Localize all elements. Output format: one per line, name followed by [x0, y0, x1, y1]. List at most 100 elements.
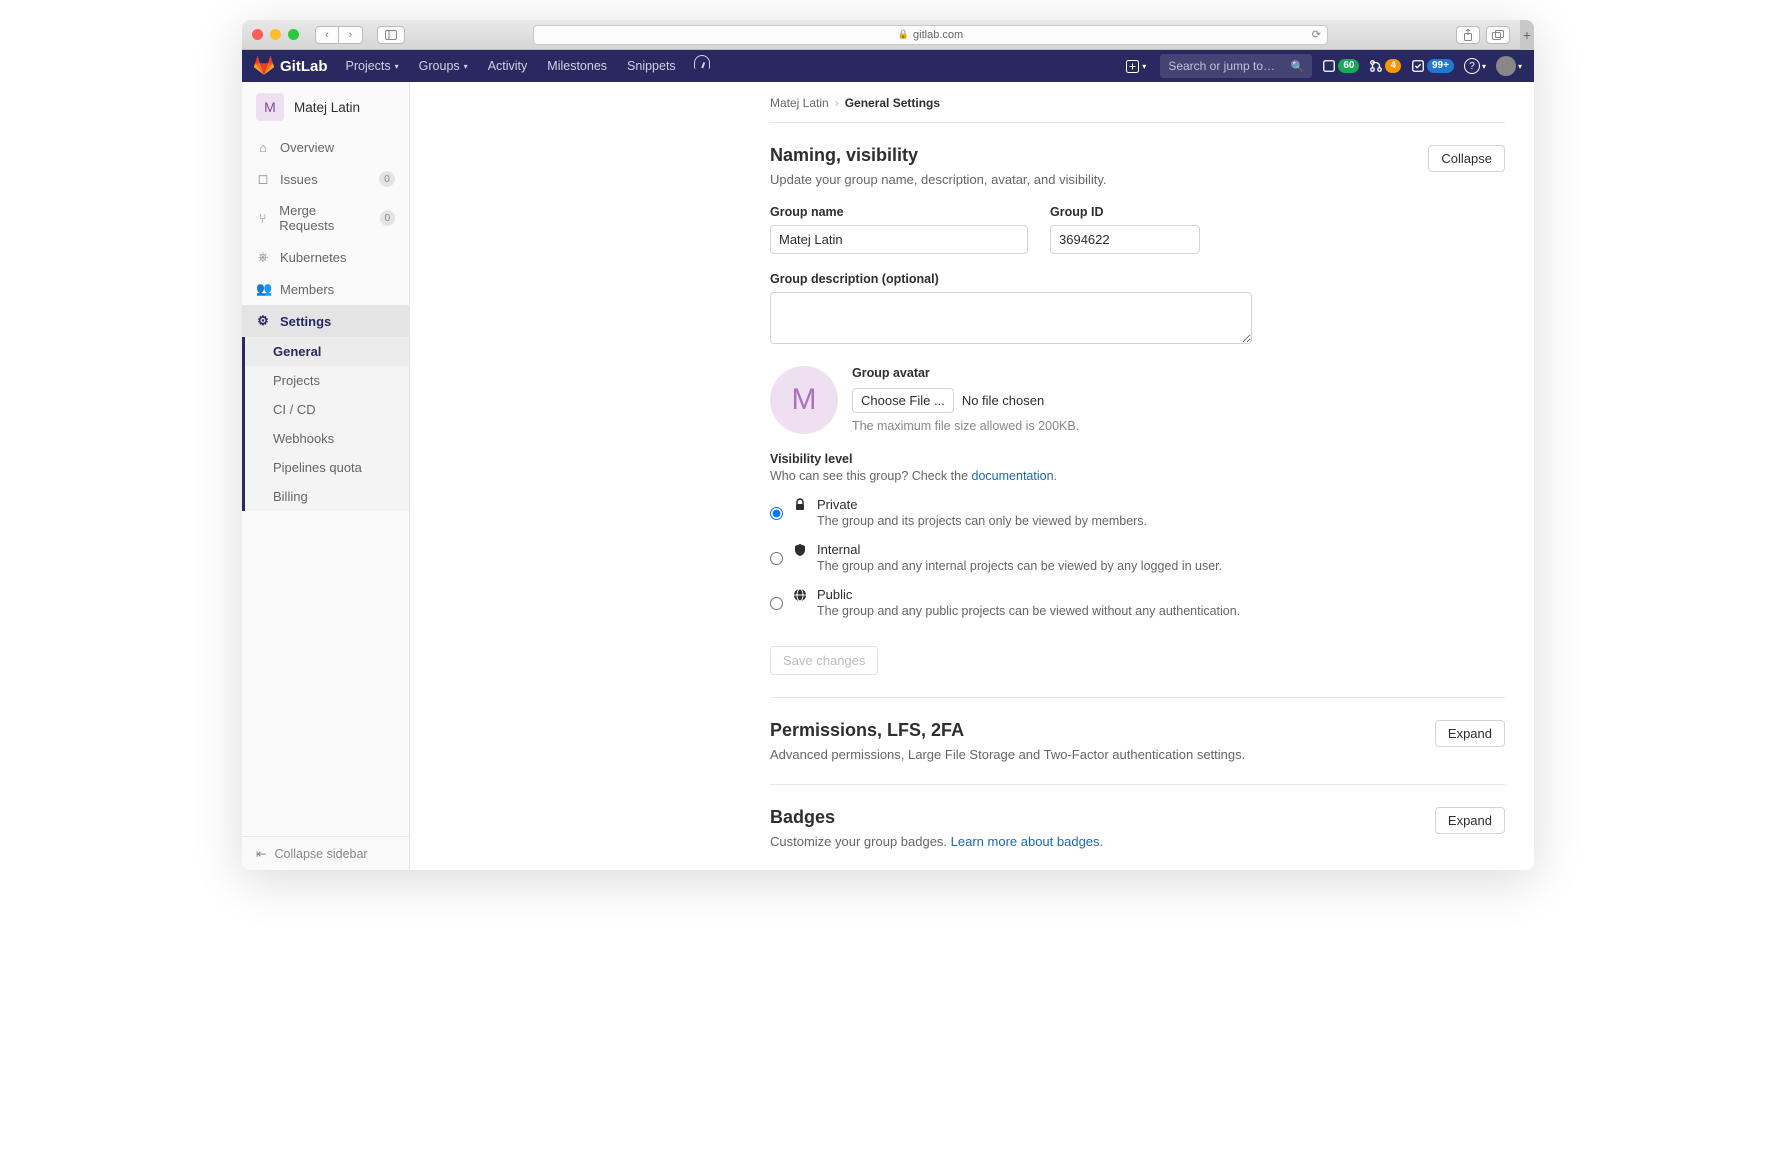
- merge-requests-counter[interactable]: 4: [1369, 59, 1401, 73]
- performance-gauge-icon[interactable]: [694, 55, 710, 69]
- group-description-label: Group description (optional): [770, 272, 1505, 286]
- sidebar-header[interactable]: M Matej Latin: [242, 82, 409, 132]
- create-new-button[interactable]: ▾: [1122, 60, 1150, 73]
- visibility-option-internal[interactable]: Internal The group and any internal proj…: [770, 542, 1505, 573]
- lock-icon: 🔒: [898, 29, 909, 40]
- sidebar-subitem-webhooks[interactable]: Webhooks: [245, 424, 409, 453]
- browser-title-bar: ‹ › 🔒 gitlab.com ⟳: [242, 20, 1520, 50]
- group-id-label: Group ID: [1050, 205, 1200, 219]
- section-subtitle: Advanced permissions, Large File Storage…: [770, 747, 1435, 762]
- radio-internal[interactable]: [770, 544, 783, 573]
- no-file-chosen-text: No file chosen: [962, 393, 1044, 408]
- todo-icon: [1411, 59, 1425, 73]
- user-menu[interactable]: ▾: [1496, 56, 1522, 76]
- sidebar: M Matej Latin ⌂ Overview ◻ Issues 0 ⑂ Me…: [242, 82, 410, 870]
- breadcrumb-current: General Settings: [845, 96, 940, 110]
- sidebar-item-kubernetes[interactable]: ⎈ Kubernetes: [242, 241, 409, 273]
- shield-icon: [793, 543, 807, 573]
- close-window-button[interactable]: [252, 29, 263, 40]
- sidebar-subitem-general[interactable]: General: [245, 337, 409, 366]
- nav-milestones[interactable]: Milestones: [539, 55, 615, 77]
- nav-buttons: ‹ ›: [315, 26, 363, 44]
- sidebar-subitem-projects[interactable]: Projects: [245, 366, 409, 395]
- group-avatar-label: Group avatar: [852, 366, 1079, 380]
- section-title: Badges: [770, 807, 1435, 828]
- sidebar-item-members[interactable]: 👥 Members: [242, 273, 409, 305]
- radio-public[interactable]: [770, 589, 783, 618]
- merge-icon: [1369, 59, 1383, 73]
- help-menu[interactable]: ? ▾: [1464, 58, 1486, 74]
- save-changes-button[interactable]: Save changes: [770, 646, 878, 675]
- todos-counter[interactable]: 99+: [1411, 59, 1454, 73]
- sidebar-subitem-cicd[interactable]: CI / CD: [245, 395, 409, 424]
- sidebar-item-merge-requests[interactable]: ⑂ Merge Requests 0: [242, 195, 409, 241]
- group-name-input[interactable]: [770, 225, 1028, 254]
- learn-more-link[interactable]: Learn more about badges.: [951, 834, 1104, 849]
- expand-button[interactable]: Expand: [1435, 720, 1505, 747]
- new-tab-button[interactable]: +: [1520, 20, 1534, 50]
- sidebar-item-settings[interactable]: ⚙ Settings: [242, 305, 409, 337]
- minimize-window-button[interactable]: [270, 29, 281, 40]
- nav-activity[interactable]: Activity: [480, 55, 536, 77]
- search-icon: 🔍: [1291, 60, 1305, 73]
- gitlab-logo[interactable]: GitLab: [254, 56, 328, 76]
- section-title: Permissions, LFS, 2FA: [770, 720, 1435, 741]
- traffic-lights: [252, 29, 299, 40]
- tabs-button[interactable]: [1486, 26, 1510, 44]
- maximize-window-button[interactable]: [288, 29, 299, 40]
- search-input[interactable]: Search or jump to… 🔍: [1160, 54, 1312, 78]
- expand-button[interactable]: Expand: [1435, 807, 1505, 834]
- globe-icon: [793, 588, 807, 618]
- browser-window: ‹ › 🔒 gitlab.com ⟳ +: [242, 20, 1534, 870]
- choose-file-button[interactable]: Choose File ...: [852, 388, 954, 413]
- breadcrumb-root[interactable]: Matej Latin: [770, 96, 829, 110]
- issues-counter[interactable]: 60: [1322, 59, 1359, 73]
- home-icon: ⌂: [256, 140, 270, 155]
- tanuki-icon: [254, 56, 274, 76]
- sidebar-item-overview[interactable]: ⌂ Overview: [242, 132, 409, 163]
- sidebar-toggle-button[interactable]: [377, 26, 405, 44]
- collapse-sidebar-button[interactable]: ⇤ Collapse sidebar: [242, 836, 409, 870]
- group-avatar-preview: M: [770, 366, 838, 434]
- issues-icon: [1322, 59, 1336, 73]
- reload-button[interactable]: ⟳: [1312, 28, 1321, 41]
- nav-projects[interactable]: Projects▾: [338, 55, 407, 77]
- group-avatar-small: M: [256, 93, 284, 121]
- section-permissions: Permissions, LFS, 2FA Advanced permissio…: [770, 698, 1505, 785]
- visibility-option-private[interactable]: Private The group and its projects can o…: [770, 497, 1505, 528]
- chevron-down-icon: ▾: [464, 62, 468, 71]
- avatar: [1496, 56, 1516, 76]
- address-bar[interactable]: 🔒 gitlab.com ⟳: [533, 25, 1328, 45]
- lock-icon: [793, 498, 807, 528]
- merge-icon: ⑂: [256, 211, 269, 226]
- section-subtitle: Update your group name, description, ava…: [770, 172, 1428, 187]
- section-subtitle: Customize your group badges. Learn more …: [770, 834, 1435, 849]
- gitlab-top-nav: GitLab Projects▾ Groups▾ Activity Milest…: [242, 50, 1534, 82]
- nav-snippets[interactable]: Snippets: [619, 55, 684, 77]
- share-button[interactable]: [1456, 26, 1480, 44]
- members-icon: 👥: [256, 281, 270, 297]
- group-name-label: Group name: [770, 205, 1028, 219]
- kubernetes-icon: ⎈: [256, 249, 270, 265]
- back-button[interactable]: ‹: [315, 26, 339, 44]
- chevron-right-icon: ›: [835, 96, 839, 110]
- documentation-link[interactable]: documentation: [972, 469, 1054, 483]
- main-content: Matej Latin › General Settings Naming, v…: [410, 82, 1534, 870]
- nav-groups[interactable]: Groups▾: [411, 55, 476, 77]
- group-description-textarea[interactable]: [770, 292, 1252, 344]
- gear-icon: ⚙: [256, 313, 270, 329]
- count-badge: 0: [380, 210, 395, 226]
- chevron-down-icon: ▾: [1142, 62, 1146, 71]
- breadcrumb: Matej Latin › General Settings: [770, 96, 1505, 123]
- sidebar-subitem-billing[interactable]: Billing: [245, 482, 409, 511]
- group-id-input[interactable]: [1050, 225, 1200, 254]
- sidebar-subitem-pipelines-quota[interactable]: Pipelines quota: [245, 453, 409, 482]
- max-size-hint: The maximum file size allowed is 200KB.: [852, 419, 1079, 433]
- collapse-button[interactable]: Collapse: [1428, 145, 1505, 172]
- radio-private[interactable]: [770, 499, 783, 528]
- forward-button[interactable]: ›: [339, 26, 363, 44]
- collapse-icon: ⇤: [256, 846, 266, 861]
- visibility-option-public[interactable]: Public The group and any public projects…: [770, 587, 1505, 618]
- sidebar-item-issues[interactable]: ◻ Issues 0: [242, 163, 409, 195]
- help-icon: ?: [1464, 58, 1480, 74]
